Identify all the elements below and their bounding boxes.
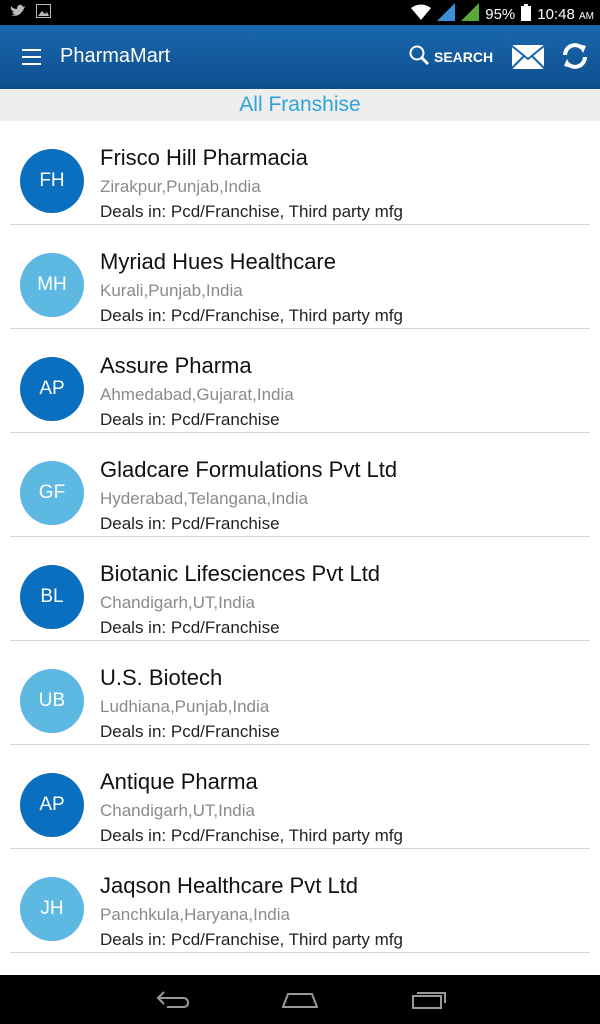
company-deals: Deals in: Pcd/Franchise, Third party mfg [100,826,403,845]
home-icon[interactable] [281,989,319,1014]
list-item[interactable]: GF Gladcare Formulations Pvt Ltd Hyderab… [0,433,600,537]
company-name: Jaqson Healthcare Pvt Ltd [100,873,359,898]
avatar: FH [20,149,84,213]
company-location: Chandigarh,UT,India [100,801,255,820]
avatar: BL [20,565,84,629]
avatar: AP [20,773,84,837]
back-icon[interactable] [155,989,191,1014]
app-bar: PharmaMart SEARCH [0,25,600,89]
list-item[interactable]: JH Jaqson Healthcare Pvt Ltd Panchkula,H… [0,849,600,953]
company-deals: Deals in: Pcd/Franchise [100,514,280,533]
company-location: Kurali,Punjab,India [100,281,243,300]
avatar: JH [20,877,84,941]
clock-ampm: AM [579,10,594,22]
company-name: Myriad Hues Healthcare [100,249,336,274]
hamburger-menu-icon[interactable] [22,49,41,65]
company-location: Hyderabad,Telangana,India [100,489,308,508]
mail-icon[interactable] [511,44,545,70]
signal-icon-2 [461,3,480,25]
company-deals: Deals in: Pcd/Franchise, Third party mfg [100,202,403,221]
recent-apps-icon[interactable] [412,989,448,1014]
refresh-icon[interactable] [561,42,589,70]
company-location: Chandigarh,UT,India [100,593,255,612]
signal-icon-1 [437,3,456,25]
avatar: AP [20,357,84,421]
list-item[interactable]: FH Frisco Hill Pharmacia Zirakpur,Punjab… [0,121,600,225]
franchise-list: FH Frisco Hill Pharmacia Zirakpur,Punjab… [0,121,600,953]
search-button[interactable]: SEARCH [408,44,493,69]
wifi-icon [411,4,432,24]
company-location: Ahmedabad,Gujarat,India [100,385,294,404]
company-deals: Deals in: Pcd/Franchise, Third party mfg [100,930,403,949]
clock: 10:48 AM [537,6,594,23]
company-deals: Deals in: Pcd/Franchise, Third party mfg [100,306,403,325]
avatar: MH [20,253,84,317]
clock-time: 10:48 [537,5,575,23]
company-name: Biotanic Lifesciences Pvt Ltd [100,561,381,586]
company-location: Panchkula,Haryana,India [100,905,290,924]
twitter-notification-icon [10,4,26,23]
company-deals: Deals in: Pcd/Franchise [100,722,280,741]
battery-percent: 95% [485,5,516,23]
avatar: GF [20,461,84,525]
list-item[interactable]: UB U.S. Biotech Ludhiana,Punjab,India De… [0,641,600,745]
company-name: Antique Pharma [100,769,258,794]
list-item[interactable]: MH Myriad Hues Healthcare Kurali,Punjab,… [0,225,600,329]
battery-icon [521,3,532,25]
list-item[interactable]: AP Assure Pharma Ahmedabad,Gujarat,India… [0,329,600,433]
list-item[interactable]: BL Biotanic Lifesciences Pvt Ltd Chandig… [0,537,600,641]
search-label: SEARCH [434,48,494,65]
navigation-bar [0,975,600,1024]
list-item[interactable]: AP Antique Pharma Chandigarh,UT,India De… [0,745,600,849]
company-deals: Deals in: Pcd/Franchise [100,410,280,429]
app-title: PharmaMart [60,45,171,67]
image-notification-icon [36,4,51,23]
avatar: UB [20,669,84,733]
company-location: Zirakpur,Punjab,India [100,177,261,196]
company-location: Ludhiana,Punjab,India [100,697,270,716]
company-name: Gladcare Formulations Pvt Ltd [100,457,398,482]
search-icon [408,44,430,69]
company-name: U.S. Biotech [100,665,223,690]
section-title: All Franshise [0,89,600,121]
company-name: Assure Pharma [100,353,252,378]
company-name: Frisco Hill Pharmacia [100,145,308,170]
company-deals: Deals in: Pcd/Franchise [100,618,280,637]
status-bar: 95% 10:48 AM [0,0,600,25]
